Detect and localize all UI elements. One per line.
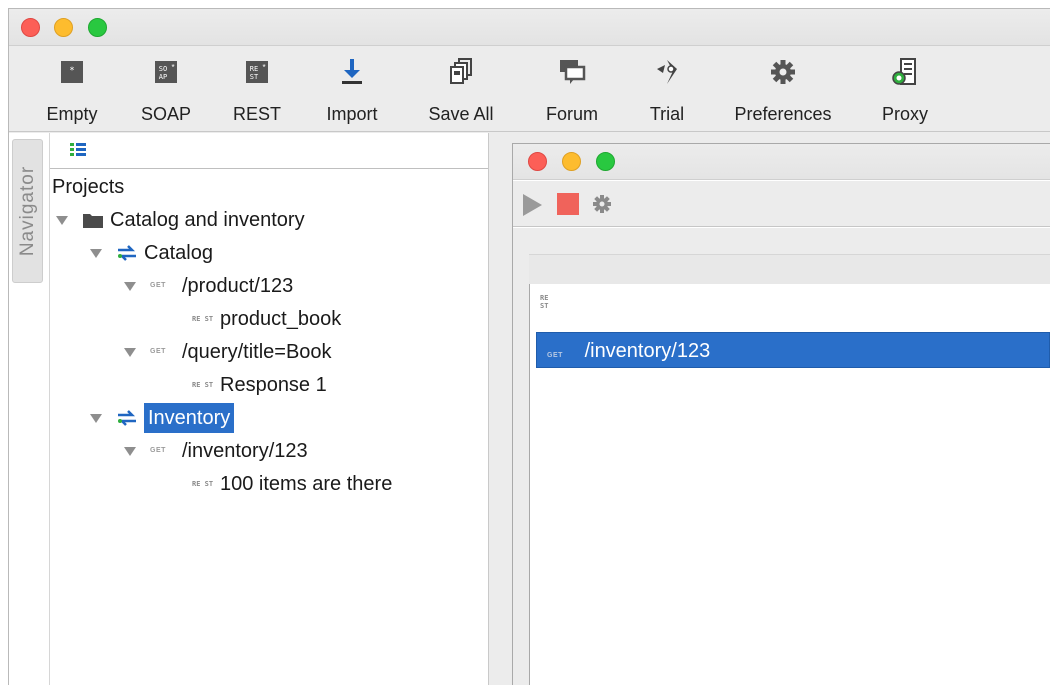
- catalog-label: Catalog: [144, 242, 213, 264]
- rest-button-label: REST: [232, 104, 281, 124]
- preferences-button[interactable]: Preferences: [727, 57, 839, 129]
- rest-response-icon: RE ST: [192, 381, 214, 389]
- editor-title-bar: [513, 144, 1050, 180]
- service-arrows-icon: [118, 410, 136, 426]
- navigator-tab[interactable]: Navigator: [12, 139, 43, 283]
- import-button[interactable]: Import: [319, 57, 385, 129]
- editor-close-button[interactable]: [528, 152, 547, 171]
- gear-icon[interactable]: [591, 193, 613, 215]
- tree-node-get-inventory[interactable]: GET /inventory/123: [124, 436, 308, 466]
- service-arrows-icon: [118, 245, 136, 261]
- save-all-icon: [450, 58, 472, 84]
- soap-button-label: SOAP: [140, 104, 192, 124]
- project-label: Catalog and inventory: [110, 209, 305, 231]
- tree-node-response-product[interactable]: RE ST product_book: [192, 304, 341, 334]
- get-method-icon: GET: [547, 352, 563, 359]
- trial-button-label: Trial: [649, 104, 685, 124]
- forum-button[interactable]: Forum: [540, 57, 604, 129]
- tree-node-catalog[interactable]: Catalog: [90, 238, 213, 268]
- title-bar: [9, 9, 1050, 46]
- get-query-label: /query/title=Book: [182, 341, 332, 363]
- tree-node-get-product[interactable]: GET /product/123: [124, 271, 293, 301]
- navigator-toolbar: [50, 133, 488, 169]
- svg-text:*: *: [171, 63, 174, 72]
- get-method-icon: GET: [150, 348, 166, 355]
- soap-project-icon: SOAP *: [155, 61, 177, 83]
- get-method-icon: GET: [150, 447, 166, 454]
- folder-icon: [83, 214, 103, 228]
- panel-divider: [49, 133, 50, 685]
- navigator-tab-label: Navigator: [16, 165, 38, 257]
- tree-node-get-query[interactable]: GET /query/title=Book: [124, 337, 332, 367]
- projects-root-label: Projects: [52, 176, 125, 198]
- get-method-icon: GET: [150, 282, 166, 289]
- svg-text:*: *: [70, 66, 75, 76]
- play-icon[interactable]: [521, 193, 543, 217]
- soap-button[interactable]: SO AP * SOAP: [140, 57, 192, 129]
- navigator-panel: Navigator Projects Catalog and inventory…: [9, 133, 489, 685]
- trial-icon: [657, 60, 677, 84]
- svg-text:*: *: [262, 63, 265, 72]
- rest-project-icon: REST*: [246, 61, 268, 83]
- preferences-button-label: Preferences: [734, 104, 832, 124]
- svg-text:AP: AP: [159, 73, 167, 81]
- import-icon: [342, 59, 362, 84]
- minimize-window-button[interactable]: [54, 18, 73, 37]
- rest-response-icon: RE ST: [192, 480, 214, 488]
- expand-arrow-icon[interactable]: [56, 215, 68, 225]
- editor-toolbar: [513, 181, 1050, 227]
- import-button-label: Import: [326, 104, 378, 124]
- inventory-label: Inventory: [144, 403, 235, 433]
- empty-button-label: Empty: [46, 104, 98, 124]
- save-all-button-label: Save All: [428, 104, 494, 124]
- response-product-label: product_book: [220, 308, 342, 330]
- forum-icon: [560, 60, 586, 84]
- zoom-window-button[interactable]: [88, 18, 107, 37]
- svg-text:RE: RE: [250, 65, 258, 73]
- empty-button[interactable]: * Empty: [43, 57, 101, 129]
- workspace-area: RE ST GET /inventory/123: [490, 133, 1050, 685]
- trial-button[interactable]: Trial: [643, 57, 691, 129]
- tree-node-response-1[interactable]: RE ST Response 1: [192, 370, 327, 400]
- proxy-button[interactable]: Proxy: [876, 57, 934, 129]
- empty-project-icon: *: [61, 61, 83, 83]
- forum-button-label: Forum: [545, 104, 598, 124]
- main-toolbar: * Empty SO AP * SOAP RE ST * REST Import Sav…: [9, 47, 1050, 132]
- expand-arrow-icon[interactable]: [90, 413, 102, 423]
- request-list: RE ST GET /inventory/123: [529, 284, 1050, 685]
- list-view-icon[interactable]: [70, 143, 86, 157]
- editor-zoom-button[interactable]: [596, 152, 615, 171]
- svg-text:SO: SO: [159, 65, 167, 73]
- rest-button[interactable]: RE ST * REST: [231, 57, 283, 129]
- tree-node-project[interactable]: Catalog and inventory: [56, 205, 305, 235]
- rest-service-icon: RE ST: [540, 294, 549, 310]
- projects-root[interactable]: Projects: [52, 172, 124, 202]
- expand-arrow-icon[interactable]: [124, 281, 136, 291]
- rest-response-icon: RE ST: [192, 315, 214, 323]
- get-product-label: /product/123: [182, 275, 294, 297]
- svg-text:ST: ST: [250, 73, 259, 81]
- selected-request-row[interactable]: GET /inventory/123: [536, 332, 1050, 368]
- gear-icon: [771, 60, 795, 84]
- expand-arrow-icon[interactable]: [124, 446, 136, 456]
- tree-node-inventory[interactable]: Inventory: [90, 403, 235, 433]
- main-window: * Empty SO AP * SOAP RE ST * REST Import Sav…: [8, 8, 1050, 685]
- expand-arrow-icon[interactable]: [90, 248, 102, 258]
- response-1-label: Response 1: [220, 374, 327, 396]
- expand-arrow-icon[interactable]: [124, 347, 136, 357]
- editor-tab-strip: [529, 254, 1050, 284]
- stop-icon[interactable]: [557, 193, 579, 215]
- proxy-button-label: Proxy: [881, 104, 928, 124]
- tree-node-response-inventory[interactable]: RE ST 100 items are there: [192, 469, 392, 499]
- proxy-icon: [892, 58, 916, 85]
- selected-request-label: /inventory/123: [584, 340, 711, 362]
- save-all-button[interactable]: Save All: [424, 57, 498, 129]
- editor-minimize-button[interactable]: [562, 152, 581, 171]
- close-window-button[interactable]: [21, 18, 40, 37]
- get-inventory-label: /inventory/123: [182, 440, 308, 462]
- editor-body: RE ST GET /inventory/123: [513, 228, 1050, 685]
- service-editor-window: RE ST GET /inventory/123: [512, 143, 1050, 685]
- response-inventory-label: 100 items are there: [220, 473, 393, 495]
